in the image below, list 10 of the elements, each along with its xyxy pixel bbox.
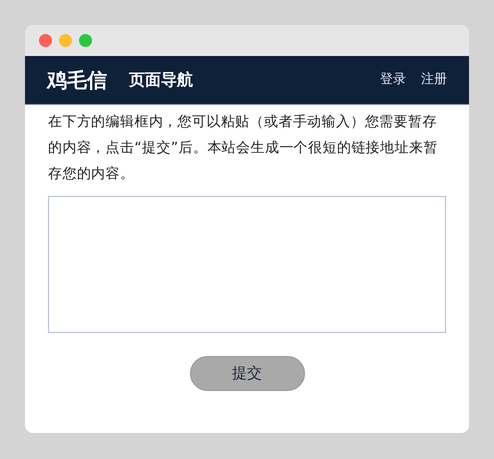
nav-link[interactable]: 注册	[421, 70, 447, 90]
text-editor[interactable]	[48, 196, 446, 333]
window-button[interactable]	[59, 34, 72, 47]
site-logo[interactable]: 鸡毛信	[47, 65, 107, 95]
nav-link[interactable]: 登录	[380, 70, 406, 90]
window-button[interactable]	[39, 34, 52, 47]
submit-button[interactable]: 提交	[190, 356, 304, 391]
nav-menu-link[interactable]: 页面导航	[129, 68, 193, 92]
intro-paragraph: 在下方的编辑框内，您可以粘贴（或者手动输入）您需要暂存的内容，点击“提交”后。本站会生成一个很短的链接地址来暂存您的内容。	[48, 113, 439, 184]
window-button[interactable]	[79, 34, 92, 47]
